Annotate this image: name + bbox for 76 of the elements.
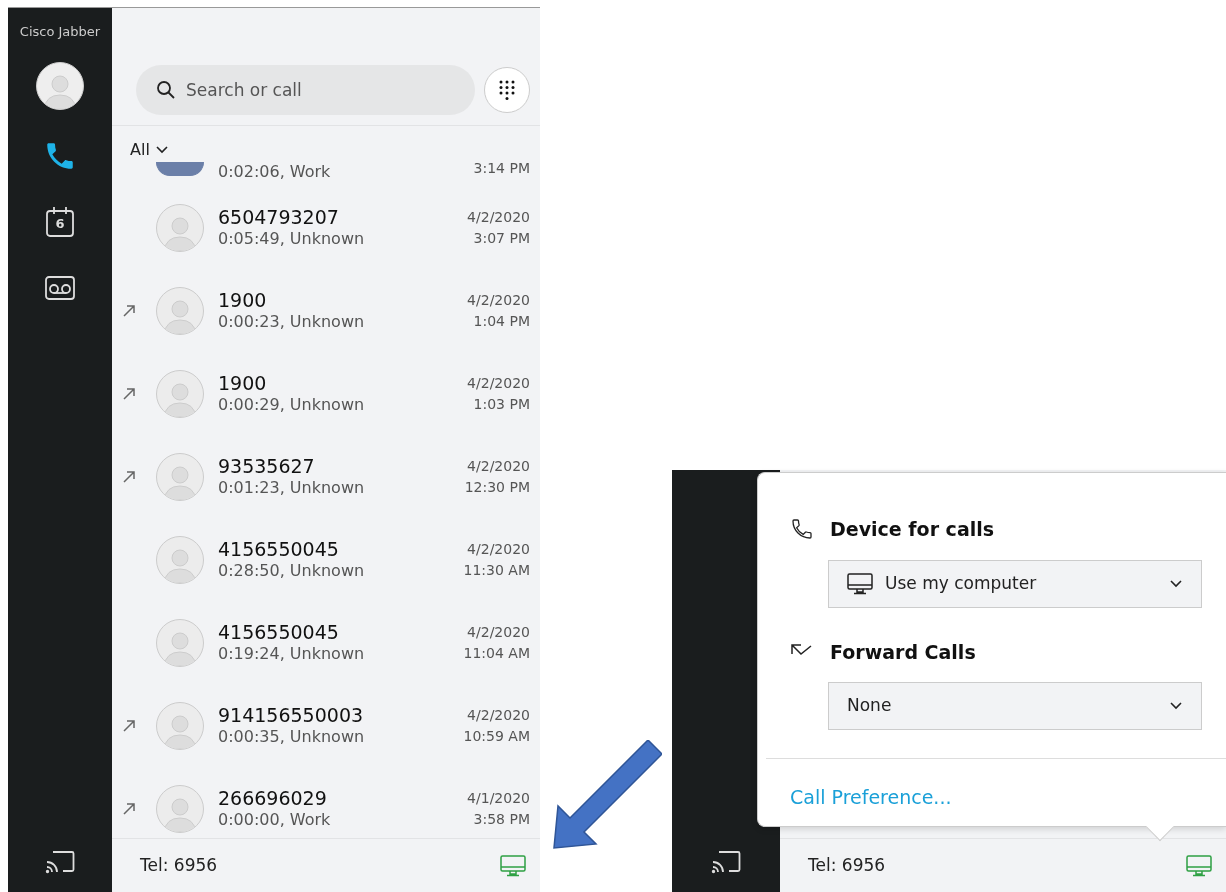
call-date: 4/1/2020 <box>467 789 530 809</box>
call-detail: 0:01:23, Unknown <box>218 477 366 499</box>
chevron-down-icon <box>154 145 169 155</box>
avatar-icon <box>156 286 204 335</box>
call-time: 10:59 AM <box>463 726 530 746</box>
app-title: Cisco Jabber <box>19 23 101 41</box>
call-time: 11:30 AM <box>463 560 530 580</box>
computer-icon[interactable] <box>1186 854 1212 877</box>
call-detail: 0:19:24, Unknown <box>218 643 366 665</box>
search-icon <box>156 80 176 100</box>
computer-icon <box>847 572 873 595</box>
caller-number: 93535627 <box>218 454 316 478</box>
call-time: 1:04 PM <box>472 311 530 331</box>
avatar-icon <box>156 452 204 501</box>
call-time: 3:07 PM <box>472 228 530 248</box>
calendar-tab[interactable]: 6 <box>40 201 80 242</box>
select-dropdown[interactable]: None <box>828 682 1202 730</box>
call-date: 4/2/2020 <box>466 706 530 726</box>
call-row[interactable]: 1900 0:00:23, Unknown 4/2/2020 1:04 PM <box>112 269 540 352</box>
avatar-icon <box>156 203 204 252</box>
caller-number: 1900 <box>218 288 268 312</box>
calendar-day: 6 <box>40 213 80 233</box>
phone-number: Tel: 6956 <box>808 853 886 877</box>
call-detail: 0:00:23, Unknown <box>218 311 366 333</box>
select-dropdown[interactable]: Use my computer <box>828 559 1202 608</box>
call-time: 1:03 PM <box>472 394 530 414</box>
avatar-icon <box>156 701 204 750</box>
call-time: 3:58 PM <box>472 809 530 829</box>
chevron-down-icon <box>1169 701 1183 711</box>
cast-icon[interactable] <box>711 849 741 874</box>
call-row[interactable]: 6504793207 0:05:49, Unknown 4/2/2020 3:07 PM <box>112 186 540 269</box>
call-time: 12:30 PM <box>464 477 530 497</box>
call-date: 4/2/2020 <box>466 623 530 643</box>
call-detail: 0:05:49, Unknown <box>218 228 366 250</box>
call-row[interactable]: 4156550045 0:28:50, Unknown 4/2/2020 11:30 AM <box>112 518 540 601</box>
call-row[interactable]: 93535627 0:01:23, Unknown 4/2/2020 12:30 PM <box>112 435 540 518</box>
dialpad-icon <box>498 79 516 101</box>
call-row[interactable]: 266696029 0:00:00, Work 4/1/2020 3:58 PM <box>112 767 540 838</box>
avatar-icon <box>156 784 204 833</box>
call-detail: 0:00:29, Unknown <box>218 394 366 416</box>
call-date: 4/2/2020 <box>466 540 530 560</box>
search-field[interactable]: Search or call <box>136 65 475 115</box>
section-title: Forward Calls <box>830 639 976 665</box>
cast-icon[interactable] <box>45 849 75 874</box>
caller-number: 1900 <box>218 371 268 395</box>
call-row[interactable]: 4156550045 0:19:24, Unknown 4/2/2020 11:04 AM <box>112 601 540 684</box>
call-detail: 0:00:00, Work <box>218 809 332 831</box>
call-date: 4/2/2020 <box>467 374 530 394</box>
caller-number: 4156550045 <box>218 537 340 561</box>
photo-placeholder <box>156 162 204 176</box>
phone-number: Tel: 6956 <box>140 853 218 877</box>
avatar-icon <box>156 535 204 584</box>
chevron-down-icon <box>1169 578 1183 589</box>
call-detail: 0:00:35, Unknown <box>218 726 366 748</box>
call-row[interactable]: 0:02:06, Work 3:14 PM <box>112 162 540 186</box>
call-row[interactable]: 914156550003 0:00:35, Unknown 4/2/2020 10:59 AM <box>112 684 540 767</box>
dialpad-button[interactable] <box>484 67 530 113</box>
phone-icon <box>790 517 814 542</box>
call-date: 4/2/2020 <box>466 457 530 477</box>
caller-number: 266696029 <box>218 786 328 810</box>
avatar-icon[interactable] <box>36 61 84 110</box>
caller-number: 4156550045 <box>218 620 340 644</box>
call-date: 4/2/2020 <box>467 208 530 228</box>
filter-dropdown[interactable]: All <box>130 138 169 162</box>
computer-icon[interactable] <box>500 854 526 877</box>
call-time: 11:04 AM <box>463 643 530 663</box>
call-row[interactable]: 1900 0:00:29, Unknown 4/2/2020 1:03 PM <box>112 352 540 435</box>
call-detail: 0:28:50, Unknown <box>218 560 366 582</box>
call-detail: 0:02:06, Work <box>218 162 332 183</box>
section-title: Device for calls <box>830 517 995 542</box>
avatar-icon <box>156 618 204 667</box>
avatar-icon <box>156 369 204 418</box>
call-time: 3:14 PM <box>473 162 530 178</box>
caller-number: 6504793207 <box>218 205 340 229</box>
call-date: 4/2/2020 <box>467 291 530 311</box>
caller-number: 914156550003 <box>218 703 365 727</box>
